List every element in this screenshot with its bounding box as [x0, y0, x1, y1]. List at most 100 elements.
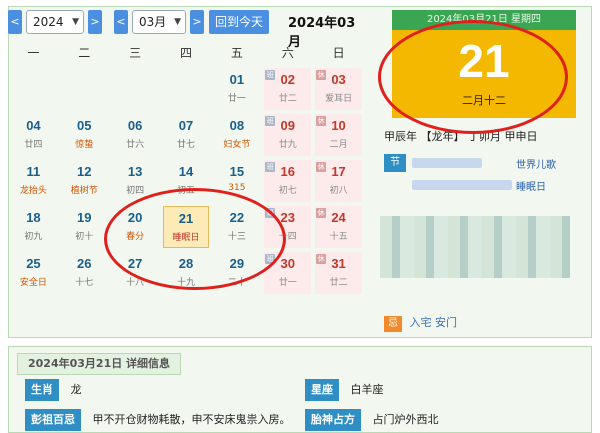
blurred-content — [412, 180, 512, 190]
day-lunar: 315 — [228, 183, 246, 193]
day-lunar: 十七 — [75, 278, 94, 288]
day-number: 08 — [229, 118, 245, 133]
month-select[interactable]: 03月 ▼ — [132, 10, 186, 34]
day-cell[interactable]: 06 廿六 — [112, 114, 159, 156]
xingzuo-value: 白羊座 — [350, 383, 384, 396]
day-lunar: 十三 — [227, 232, 246, 242]
weekday-header: 一二三四五六日 — [8, 40, 364, 66]
day-number: 26 — [77, 256, 92, 271]
day-tag-icon: 休 — [316, 70, 327, 80]
day-lunar: 廿九 — [278, 140, 297, 150]
ji-text[interactable]: 入宅 安门 — [410, 316, 458, 329]
day-cell[interactable]: 班 23 十四 — [264, 206, 312, 248]
festival-link[interactable]: 睡眠日 — [516, 178, 546, 193]
day-lunar: 初十 — [75, 232, 94, 242]
day-cell[interactable]: 班 09 廿九 — [264, 114, 312, 156]
day-tag-icon: 班 — [265, 116, 276, 126]
prev-year-button[interactable]: < — [8, 10, 22, 34]
day-number: 27 — [127, 256, 143, 271]
day-cell[interactable]: 19 初十 — [61, 206, 108, 248]
day-cell[interactable]: 13 初四 — [112, 160, 159, 202]
day-lunar: 十九 — [176, 278, 195, 288]
xingzuo-label: 星座 — [305, 379, 339, 401]
day-cell[interactable]: 14 初五 — [163, 160, 210, 202]
day-number: 25 — [26, 256, 41, 271]
day-cell[interactable]: 29 二十 — [213, 252, 260, 294]
chevron-down-icon: ▼ — [174, 17, 181, 27]
day-number: 12 — [77, 164, 92, 179]
xingzuo-row: 星座 白羊座 — [305, 379, 384, 401]
day-cell[interactable]: 27 十八 — [112, 252, 159, 294]
festival-link[interactable]: 世界儿歌 — [516, 156, 556, 171]
day-cell[interactable]: 28 十九 — [163, 252, 210, 294]
day-lunar: 妇女节 — [223, 140, 251, 150]
day-number: 21 — [178, 211, 194, 226]
day-number: 14 — [178, 164, 194, 179]
day-lunar: 廿一 — [227, 94, 246, 104]
day-cell[interactable]: 18 初九 — [10, 206, 57, 248]
month-select-value: 03月 — [139, 15, 167, 29]
empty-cell — [112, 68, 159, 110]
shengxiao-value: 龙 — [70, 383, 82, 396]
day-cell[interactable]: 15 315 — [213, 160, 260, 202]
year-select[interactable]: 2024 ▼ — [26, 10, 84, 34]
day-number: 20 — [127, 210, 143, 225]
day-cell[interactable]: 05 惊蛰 — [61, 114, 108, 156]
day-cell[interactable]: 26 十七 — [61, 252, 108, 294]
day-cell[interactable]: 22 十三 — [213, 206, 260, 248]
day-lunar: 十四 — [278, 232, 297, 242]
day-lunar: 初九 — [24, 232, 43, 242]
day-cell[interactable]: 07 廿七 — [163, 114, 210, 156]
taishen-row: 胎神占方 占门炉外西北 — [305, 409, 439, 431]
day-lunar: 初八 — [329, 186, 348, 196]
day-tag-icon: 班 — [265, 208, 276, 218]
day-cell[interactable]: 休 10 二月 — [315, 114, 362, 156]
pengzu-value: 甲不开仓财物耗散，申不安床鬼祟入房。 — [92, 413, 291, 426]
day-number: 18 — [26, 210, 41, 225]
day-tag-icon: 休 — [316, 162, 327, 172]
day-lunar: 龙抬头 — [19, 186, 47, 196]
taishen-label: 胎神占方 — [305, 409, 361, 431]
festival-badge: 节 — [384, 154, 406, 172]
day-cell[interactable]: 休 31 廿二 — [315, 252, 362, 294]
empty-cell — [61, 68, 108, 110]
prev-month-button[interactable]: < — [114, 10, 128, 34]
day-cell[interactable]: 12 植树节 — [61, 160, 108, 202]
pengzu-label: 彭祖百忌 — [25, 409, 81, 431]
date-card-lunar: 二月十二 — [462, 94, 506, 107]
day-number: 22 — [229, 210, 245, 225]
weekday-label: 五 — [230, 46, 243, 60]
day-cell[interactable]: 班 16 初七 — [264, 160, 312, 202]
day-cell[interactable]: 休 24 十五 — [315, 206, 362, 248]
day-cell[interactable]: 班 30 廿一 — [264, 252, 312, 294]
day-number: 04 — [26, 118, 41, 133]
next-month-button[interactable]: > — [190, 10, 204, 34]
day-cell[interactable]: 20 春分 — [112, 206, 159, 248]
day-cell[interactable]: 01 廿一 — [213, 68, 260, 110]
day-lunar: 春分 — [126, 232, 145, 242]
blurred-almanac-area — [380, 216, 570, 278]
day-cell[interactable]: 08 妇女节 — [213, 114, 260, 156]
ji-row: 忌 入宅 安门 — [384, 314, 457, 332]
day-lunar: 廿七 — [176, 140, 195, 150]
weekday-label: 二 — [78, 46, 91, 60]
day-number: 06 — [127, 118, 143, 133]
detail-tab[interactable]: 2024年03月21日 详细信息 — [17, 353, 182, 375]
day-cell[interactable]: 04 廿四 — [10, 114, 57, 156]
taishen-value: 占门炉外西北 — [372, 413, 439, 426]
day-lunar: 睡眠日 — [172, 233, 200, 243]
selected-date-card: 2024年03月21日 星期四 21 二月十二 — [392, 10, 576, 118]
day-cell[interactable]: 休 03 爱耳日 — [315, 68, 362, 110]
date-card-header: 2024年03月21日 星期四 — [392, 10, 576, 30]
day-lunar: 植树节 — [70, 186, 98, 196]
day-tag-icon: 班 — [265, 70, 276, 80]
festival-list: 节 世界儿歌 睡眠日 — [384, 154, 588, 198]
day-cell[interactable]: 班 02 廿二 — [264, 68, 312, 110]
day-number: 07 — [178, 118, 194, 133]
next-year-button[interactable]: > — [88, 10, 102, 34]
back-to-today-button[interactable]: 回到今天 — [209, 10, 269, 34]
day-cell[interactable]: 21 睡眠日 — [162, 206, 210, 248]
day-cell[interactable]: 休 17 初八 — [315, 160, 362, 202]
day-cell[interactable]: 25 安全日 — [10, 252, 57, 294]
day-cell[interactable]: 11 龙抬头 — [10, 160, 57, 202]
